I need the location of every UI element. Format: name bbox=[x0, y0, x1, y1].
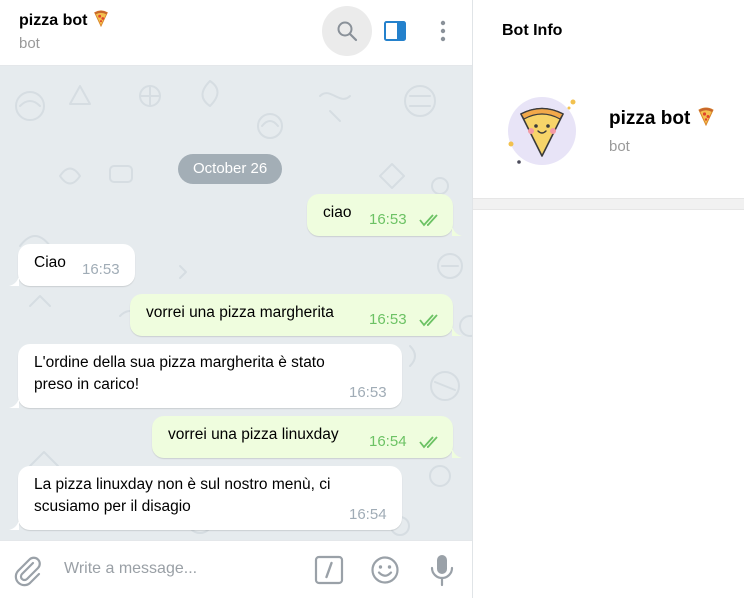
message-text-line: L'ordine della sua pizza margherita è st… bbox=[34, 354, 325, 371]
message-text: vorrei una pizza margherita bbox=[146, 304, 334, 321]
emoji-icon[interactable] bbox=[370, 555, 400, 585]
message-bubble-incoming[interactable]: Ciao 16:53 bbox=[18, 244, 135, 286]
chat-column: pizza bot bot October 26 ciao 16:53 Ciao… bbox=[0, 0, 472, 598]
message-text: vorrei una pizza linuxday bbox=[168, 426, 339, 443]
message-bubble-incoming[interactable]: L'ordine della sua pizza margherita è st… bbox=[18, 344, 402, 408]
message-text-line: scusiamo per il disagio bbox=[34, 498, 191, 515]
message-bubble-outgoing[interactable]: ciao 16:53 bbox=[307, 194, 453, 236]
message-text-line: La pizza linuxday non è sul nostro menù,… bbox=[34, 476, 331, 493]
chat-subtitle: bot bbox=[19, 35, 40, 52]
bot-name-text: pizza bot bbox=[609, 108, 691, 129]
more-vertical-icon bbox=[440, 20, 446, 42]
message-composer: Write a message... bbox=[0, 540, 472, 598]
more-options-button[interactable] bbox=[418, 6, 468, 56]
bubble-tail-outgoing bbox=[452, 448, 462, 458]
bot-name: pizza bot bbox=[609, 106, 716, 130]
message-text: ciao bbox=[323, 204, 352, 221]
message-list[interactable]: October 26 ciao 16:53 Ciao 16:53 vorrei … bbox=[0, 66, 472, 540]
telegram-window: pizza bot bot October 26 ciao 16:53 Ciao… bbox=[0, 0, 744, 598]
message-time: 16:54 bbox=[349, 506, 387, 523]
chat-header[interactable]: pizza bot bot bbox=[0, 0, 472, 66]
double-check-icon bbox=[419, 436, 438, 449]
microphone-icon[interactable] bbox=[428, 553, 456, 587]
message-time: 16:54 bbox=[369, 433, 407, 450]
pizza-emoji-icon bbox=[94, 10, 108, 27]
message-time: 16:53 bbox=[82, 261, 120, 278]
message-time: 16:53 bbox=[369, 211, 407, 228]
message-bubble-incoming[interactable]: La pizza linuxday non è sul nostro menù,… bbox=[18, 466, 402, 530]
bot-avatar[interactable] bbox=[507, 96, 577, 166]
message-bubble-outgoing[interactable]: vorrei una pizza margherita 16:53 bbox=[130, 294, 453, 336]
message-input[interactable]: Write a message... bbox=[64, 560, 197, 578]
bubble-tail-outgoing bbox=[452, 226, 462, 236]
pizza-emoji-icon bbox=[697, 107, 714, 126]
bubble-tail-incoming bbox=[9, 398, 19, 408]
chat-title-text: pizza bot bbox=[19, 12, 88, 29]
message-text: L'ordine della sua pizza margherita è st… bbox=[34, 352, 325, 396]
message-time: 16:53 bbox=[369, 311, 407, 328]
search-button[interactable] bbox=[322, 6, 372, 56]
paperclip-icon[interactable] bbox=[10, 553, 44, 587]
section-separator bbox=[473, 198, 744, 210]
bubble-tail-incoming bbox=[9, 520, 19, 530]
message-time: 16:53 bbox=[349, 384, 387, 401]
double-check-icon bbox=[419, 314, 438, 327]
bot-info-panel: Bot Info pizza bot bot bbox=[473, 0, 744, 598]
message-text-line: preso in carico! bbox=[34, 376, 140, 393]
message-text: Ciao bbox=[34, 254, 66, 271]
bubble-tail-outgoing bbox=[452, 326, 462, 336]
date-divider: October 26 bbox=[178, 154, 283, 184]
chat-title[interactable]: pizza bot bbox=[19, 9, 110, 30]
bot-subtitle: bot bbox=[609, 138, 630, 155]
message-text: La pizza linuxday non è sul nostro menù,… bbox=[34, 474, 330, 518]
toggle-info-panel-button[interactable] bbox=[370, 6, 420, 56]
bot-commands-icon[interactable] bbox=[314, 555, 344, 585]
double-check-icon bbox=[419, 214, 438, 227]
search-icon bbox=[337, 21, 358, 42]
sidebar-panel-icon bbox=[384, 21, 406, 41]
info-panel-title: Bot Info bbox=[502, 22, 563, 39]
message-bubble-outgoing[interactable]: vorrei una pizza linuxday 16:54 bbox=[152, 416, 453, 458]
bubble-tail-incoming bbox=[9, 276, 19, 286]
